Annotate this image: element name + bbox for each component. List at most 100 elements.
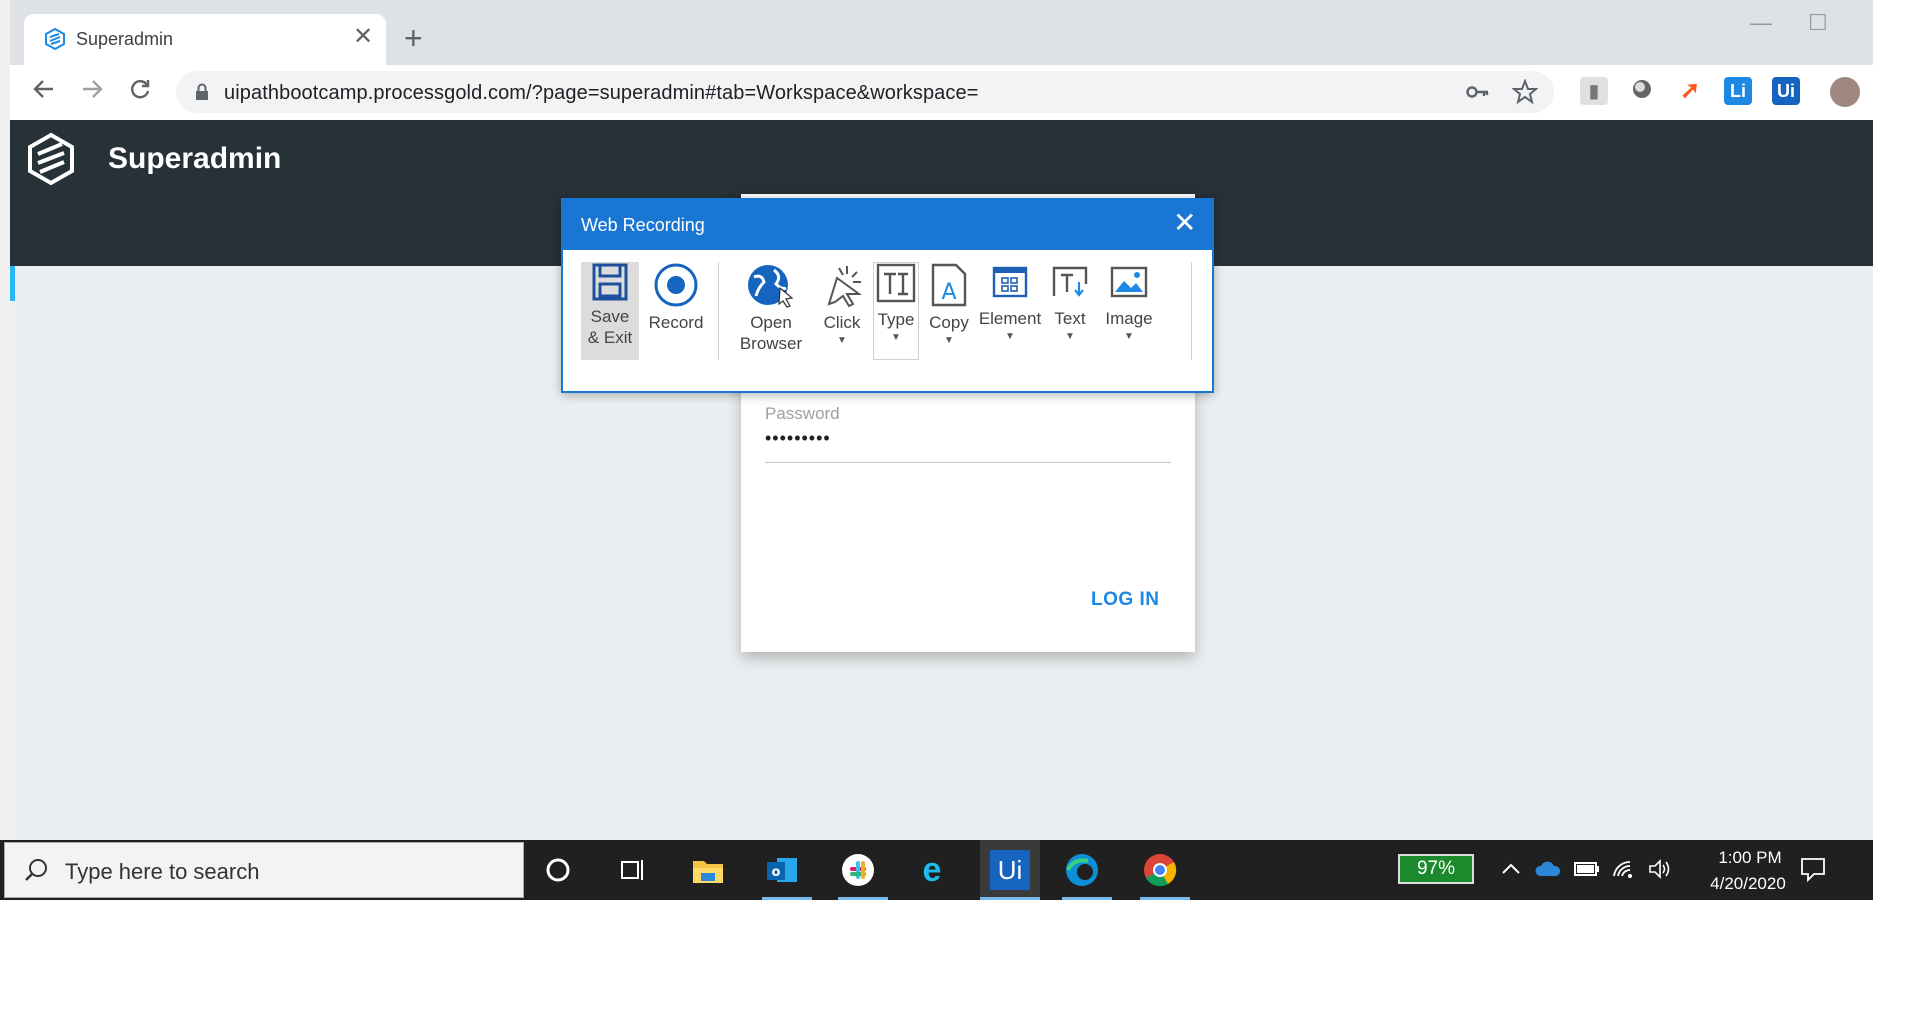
maximize-icon[interactable]: ☐	[1808, 10, 1828, 36]
wifi-icon[interactable]	[1612, 858, 1636, 885]
tab-close-icon[interactable]: ✕	[353, 25, 373, 49]
dialog-header: Web Recording ✕	[563, 200, 1212, 250]
image-button[interactable]: Image ▼	[1099, 262, 1159, 360]
image-dropdown-icon[interactable]: ▼	[1099, 331, 1159, 343]
key-icon[interactable]	[1466, 81, 1490, 108]
click-dropdown-icon[interactable]: ▼	[815, 335, 869, 347]
forward-button[interactable]	[74, 75, 110, 111]
page-title: Superadmin	[108, 142, 282, 175]
battery-percent-badge[interactable]: 97%	[1398, 854, 1474, 884]
extension-flag-icon[interactable]: ▮	[1580, 77, 1608, 105]
tab-strip: Superadmin ✕ + — ☐	[10, 0, 1873, 65]
taskbar-search[interactable]: Type here to search	[4, 842, 524, 898]
click-label: Click	[823, 313, 861, 332]
web-recording-dialog: Web Recording ✕ Save & Exit Record Open …	[561, 198, 1214, 393]
tab-superadmin[interactable]: Superadmin ✕	[24, 14, 386, 65]
copy-label: Copy	[929, 313, 969, 332]
type-icon	[876, 263, 916, 303]
type-button[interactable]: Type ▼	[873, 262, 919, 360]
chevron-up-icon[interactable]	[1500, 858, 1522, 885]
chrome-icon[interactable]	[1140, 850, 1180, 890]
cortana-icon[interactable]	[538, 850, 578, 890]
browser-window: Superadmin ✕ + — ☐ uipathbootcamp.proces…	[10, 0, 1873, 840]
extension-circle-icon[interactable]	[1628, 77, 1656, 105]
slack-icon[interactable]	[838, 850, 878, 890]
new-tab-button[interactable]: +	[404, 22, 423, 54]
back-button[interactable]	[26, 75, 62, 111]
app-logo-icon	[26, 132, 76, 191]
edge-active-underline	[1062, 897, 1112, 900]
password-underline	[765, 462, 1171, 463]
file-explorer-icon[interactable]	[688, 850, 728, 890]
text-icon	[1052, 266, 1088, 297]
login-button[interactable]: LOG IN	[1091, 589, 1159, 611]
lock-icon	[194, 83, 210, 106]
save-exit-button[interactable]: Save & Exit	[581, 262, 639, 360]
dialog-title: Web Recording	[581, 215, 705, 235]
reload-button[interactable]	[122, 75, 158, 111]
minimize-icon[interactable]: —	[1750, 10, 1772, 36]
password-label: Password	[765, 404, 840, 423]
image-label: Image	[1105, 309, 1153, 328]
click-icon	[827, 266, 863, 308]
open-browser-label: Open Browser	[739, 313, 803, 353]
search-icon	[23, 857, 49, 888]
copy-dropdown-icon[interactable]: ▼	[925, 335, 973, 347]
tab-title: Superadmin	[76, 29, 174, 49]
windows-taskbar: Type here to search o e Ui 97% 1:00 PM 4…	[0, 840, 1873, 900]
edge-icon[interactable]	[1062, 850, 1102, 890]
svg-text:A: A	[941, 280, 956, 305]
element-icon	[992, 266, 1028, 298]
outlook-icon[interactable]: o	[762, 850, 802, 890]
site-favicon-icon	[44, 27, 66, 55]
browser-toolbar: uipathbootcamp.processgold.com/?page=sup…	[10, 65, 1873, 120]
extension-ui-icon[interactable]: Ui	[1772, 77, 1800, 105]
element-dropdown-icon[interactable]: ▼	[977, 331, 1043, 343]
battery-icon[interactable]	[1574, 861, 1600, 882]
type-label: Type	[877, 310, 915, 329]
internet-explorer-icon[interactable]: e	[912, 850, 952, 890]
outlook-active-underline	[762, 897, 812, 900]
text-dropdown-icon[interactable]: ▼	[1047, 331, 1093, 343]
open-browser-button[interactable]: Open Browser	[731, 262, 811, 360]
type-dropdown-icon[interactable]: ▼	[874, 332, 918, 344]
text-label: Text	[1054, 309, 1086, 328]
floppy-disk-icon	[592, 263, 628, 301]
record-button[interactable]: Record	[643, 262, 709, 360]
record-label: Record	[648, 313, 704, 332]
text-button[interactable]: Text ▼	[1047, 262, 1093, 360]
element-button[interactable]: Element ▼	[977, 262, 1043, 360]
save-exit-label: Save & Exit	[587, 307, 633, 347]
password-field[interactable]: •••••••••	[765, 428, 831, 449]
svg-text:o: o	[772, 865, 781, 880]
extension-li-icon[interactable]: Li	[1724, 77, 1752, 105]
side-indicator	[10, 266, 15, 301]
record-icon	[654, 263, 698, 307]
copy-button[interactable]: A Copy ▼	[925, 262, 973, 360]
search-placeholder: Type here to search	[65, 859, 260, 884]
dialog-close-icon[interactable]: ✕	[1173, 208, 1196, 238]
address-bar[interactable]: uipathbootcamp.processgold.com/?page=sup…	[176, 71, 1554, 113]
clock-date[interactable]: 4/20/2020	[1698, 874, 1798, 894]
toolbar-separator	[718, 262, 719, 360]
slack-active-underline	[838, 897, 888, 900]
uipath-studio-icon[interactable]: Ui	[980, 840, 1040, 900]
image-icon	[1110, 266, 1148, 298]
chrome-active-underline	[1140, 897, 1190, 900]
left-window-edge	[0, 0, 10, 840]
element-label: Element	[978, 309, 1042, 328]
extension-rocket-icon[interactable]: ➚	[1676, 77, 1704, 105]
notifications-icon[interactable]	[1800, 856, 1826, 887]
profile-avatar-icon[interactable]	[1830, 77, 1860, 107]
volume-icon[interactable]	[1648, 858, 1672, 885]
click-button[interactable]: Click ▼	[815, 262, 869, 360]
globe-cursor-icon	[748, 265, 794, 308]
star-icon[interactable]	[1511, 78, 1539, 110]
clock-time[interactable]: 1:00 PM	[1710, 848, 1790, 868]
task-view-icon[interactable]	[612, 850, 652, 890]
uipath-studio-label: Ui	[990, 850, 1030, 890]
uipath-active-underline	[980, 897, 1040, 900]
copy-icon: A	[931, 263, 967, 307]
onedrive-icon[interactable]	[1534, 860, 1562, 883]
url-text[interactable]: uipathbootcamp.processgold.com/?page=sup…	[224, 82, 979, 105]
